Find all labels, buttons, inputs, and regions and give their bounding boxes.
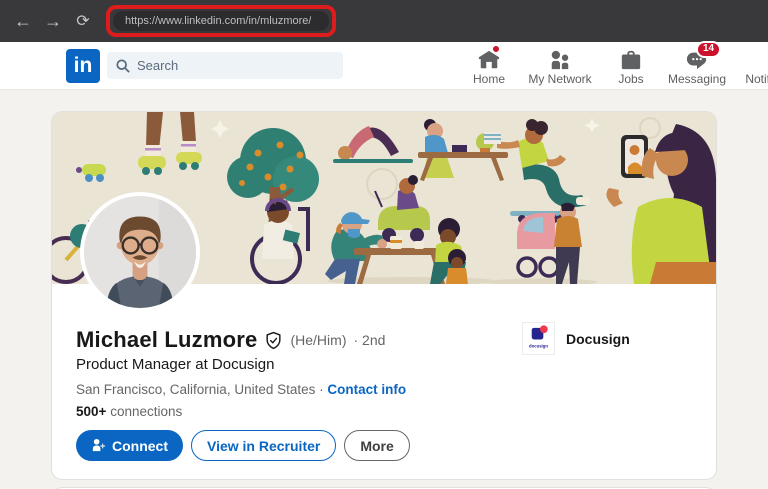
nav-item-messaging[interactable]: 14 Messaging [660, 42, 734, 90]
nav-label-messaging: Messaging [668, 72, 726, 86]
nav-item-home[interactable]: Home [460, 42, 518, 90]
docusign-logo-icon: docusign [522, 322, 555, 355]
person-add-icon [91, 438, 106, 453]
red-annotation-box: https://www.linkedin.com/in/mluzmore/ [106, 5, 336, 37]
connections-label: connections [110, 404, 182, 419]
nav-label-my-network: My Network [528, 72, 591, 86]
messaging-badge: 14 [696, 41, 721, 58]
url-text: https://www.linkedin.com/in/mluzmore/ [125, 15, 311, 27]
linkedin-navbar: in Home My Network Jobs [0, 42, 768, 90]
nav-item-notifications[interactable]: Notifications [734, 42, 768, 90]
address-bar[interactable]: https://www.linkedin.com/in/mluzmore/ [113, 11, 329, 31]
contact-info-link[interactable]: Contact info [327, 382, 406, 397]
profile-headline: Product Manager at Docusign [76, 356, 692, 373]
connect-label: Connect [112, 438, 168, 454]
nav-label-jobs: Jobs [618, 72, 643, 86]
home-badge-dot [491, 44, 501, 54]
profile-card: Michael Luzmore (He/Him) · 2nd Product M… [52, 112, 716, 479]
connection-degree: · 2nd [353, 332, 385, 348]
pronouns: (He/Him) [290, 332, 346, 348]
profile-name: Michael Luzmore [76, 327, 257, 353]
more-button[interactable]: More [344, 430, 409, 461]
connections-count: 500+ [76, 404, 106, 419]
more-label: More [360, 438, 393, 454]
reload-icon[interactable]: ⟳ [68, 11, 98, 31]
connect-button[interactable]: Connect [76, 430, 183, 461]
company-name: Docusign [566, 331, 630, 347]
profile-info: Michael Luzmore (He/Him) · 2nd Product M… [52, 284, 716, 479]
back-icon[interactable]: ← [8, 11, 38, 32]
current-company[interactable]: docusign Docusign [522, 322, 630, 355]
view-in-recruiter-button[interactable]: View in Recruiter [191, 430, 336, 461]
profile-location: San Francisco, California, United States [76, 382, 315, 397]
nav-items: Home My Network Jobs 14 Messaging Noti [460, 42, 768, 90]
nav-label-home: Home [473, 72, 505, 86]
view-in-recruiter-label: View in Recruiter [207, 438, 320, 454]
linkedin-logo[interactable]: in [66, 49, 100, 83]
search-input[interactable] [137, 58, 334, 73]
docusign-logo-text: docusign [529, 344, 548, 349]
profile-photo[interactable] [80, 192, 200, 312]
search-box[interactable] [107, 52, 343, 79]
verified-shield-icon[interactable] [264, 331, 283, 350]
forward-icon[interactable]: → [38, 11, 68, 32]
nav-item-my-network[interactable]: My Network [518, 42, 602, 90]
search-icon [116, 59, 130, 73]
nav-label-notifications: Notifications [745, 72, 768, 86]
jobs-icon [620, 49, 642, 71]
nav-item-jobs[interactable]: Jobs [602, 42, 660, 90]
connections-link[interactable]: 500+ connections [76, 404, 692, 419]
my-network-icon [549, 49, 571, 71]
browser-toolbar: ← → ⟳ https://www.linkedin.com/in/mluzmo… [0, 0, 768, 42]
location-separator: · [319, 382, 324, 397]
